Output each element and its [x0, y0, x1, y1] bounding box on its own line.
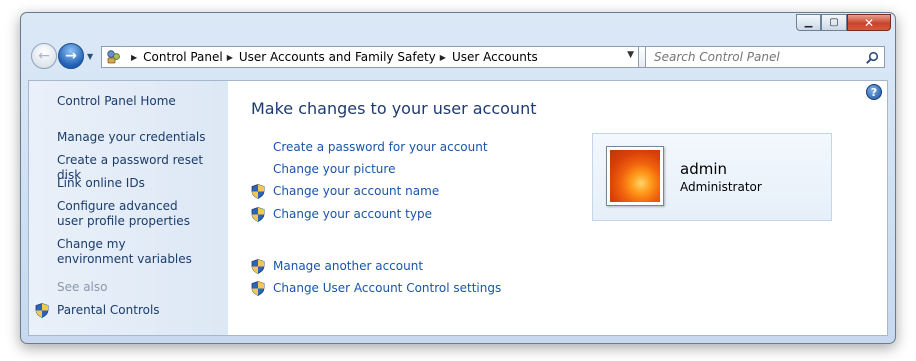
user-name: admin [680, 160, 727, 178]
see-also-heading: See also [57, 280, 108, 294]
task-change-account-name[interactable]: Change your account name [273, 184, 439, 198]
task-manage-another-account[interactable]: Manage another account [273, 259, 423, 273]
window: ▁ ▢ ✕ ← → ▼ ▶ Control Panel ▶ User Accou… [20, 12, 896, 344]
user-role: Administrator [680, 180, 762, 194]
address-bar[interactable]: ▶ Control Panel ▶ User Accounts and Fami… [101, 46, 639, 68]
sidebar: Control Panel Home Manage your credentia… [29, 81, 228, 335]
caption-buttons: ▁ ▢ ✕ [796, 14, 891, 31]
maximize-icon: ▢ [829, 17, 839, 28]
control-panel-icon [105, 49, 123, 65]
uac-shield-icon [251, 207, 265, 222]
user-account-tile: admin Administrator [592, 133, 832, 221]
title-bar: ▁ ▢ ✕ [21, 13, 895, 35]
uac-shield-icon [251, 259, 265, 274]
sidebar-link-online-ids[interactable]: Link online IDs [57, 176, 222, 191]
sidebar-link-manage-credentials[interactable]: Manage your credentials [57, 130, 222, 145]
breadcrumb-separator-icon[interactable]: ▶ [227, 53, 233, 62]
content-area: Control Panel Home Manage your credentia… [28, 80, 888, 336]
maximize-button[interactable]: ▢ [821, 14, 847, 31]
uac-shield-icon [251, 184, 265, 199]
forward-arrow-icon: → [65, 48, 77, 64]
task-change-uac-settings[interactable]: Change User Account Control settings [273, 281, 501, 295]
breadcrumb-control-panel[interactable]: Control Panel [143, 50, 223, 64]
sidebar-link-parental-controls[interactable]: Parental Controls [57, 303, 222, 318]
address-dropdown-icon[interactable]: ▼ [627, 50, 634, 60]
breadcrumb-user-accounts[interactable]: User Accounts [452, 50, 538, 64]
search-input[interactable] [652, 49, 861, 65]
forward-button[interactable]: → [58, 43, 84, 69]
minimize-icon: ▁ [804, 17, 813, 28]
task-create-password[interactable]: Create a password for your account [273, 140, 488, 154]
main-panel: ? Make changes to your user account Crea… [228, 81, 887, 335]
close-icon: ✕ [863, 15, 875, 30]
breadcrumb-separator-icon[interactable]: ▶ [131, 53, 137, 62]
uac-shield-icon [251, 281, 265, 296]
close-button[interactable]: ✕ [847, 14, 891, 31]
breadcrumb-separator-icon[interactable]: ▶ [440, 53, 446, 62]
sidebar-link-environment-variables[interactable]: Change my environment variables [57, 237, 197, 267]
breadcrumb-user-accounts-family-safety[interactable]: User Accounts and Family Safety [239, 50, 436, 64]
sidebar-link-advanced-profile[interactable]: Configure advanced user profile properti… [57, 199, 197, 229]
help-icon: ? [870, 85, 878, 99]
task-change-account-type[interactable]: Change your account type [273, 207, 432, 221]
control-panel-home-link[interactable]: Control Panel Home [57, 94, 222, 109]
task-change-picture[interactable]: Change your picture [273, 162, 395, 176]
uac-shield-icon [35, 303, 49, 318]
search-icon[interactable] [865, 50, 879, 64]
recent-pages-dropdown-icon[interactable]: ▼ [87, 52, 93, 61]
search-box[interactable] [645, 46, 885, 68]
back-button[interactable]: ← [31, 43, 57, 69]
page-title: Make changes to your user account [251, 99, 537, 118]
minimize-button[interactable]: ▁ [796, 14, 821, 31]
avatar [606, 146, 664, 206]
navigation-bar: ← → ▼ ▶ Control Panel ▶ User Accounts an… [27, 43, 889, 75]
help-button[interactable]: ? [866, 84, 882, 100]
back-arrow-icon: ← [38, 48, 50, 64]
flower-picture-icon [610, 150, 660, 202]
